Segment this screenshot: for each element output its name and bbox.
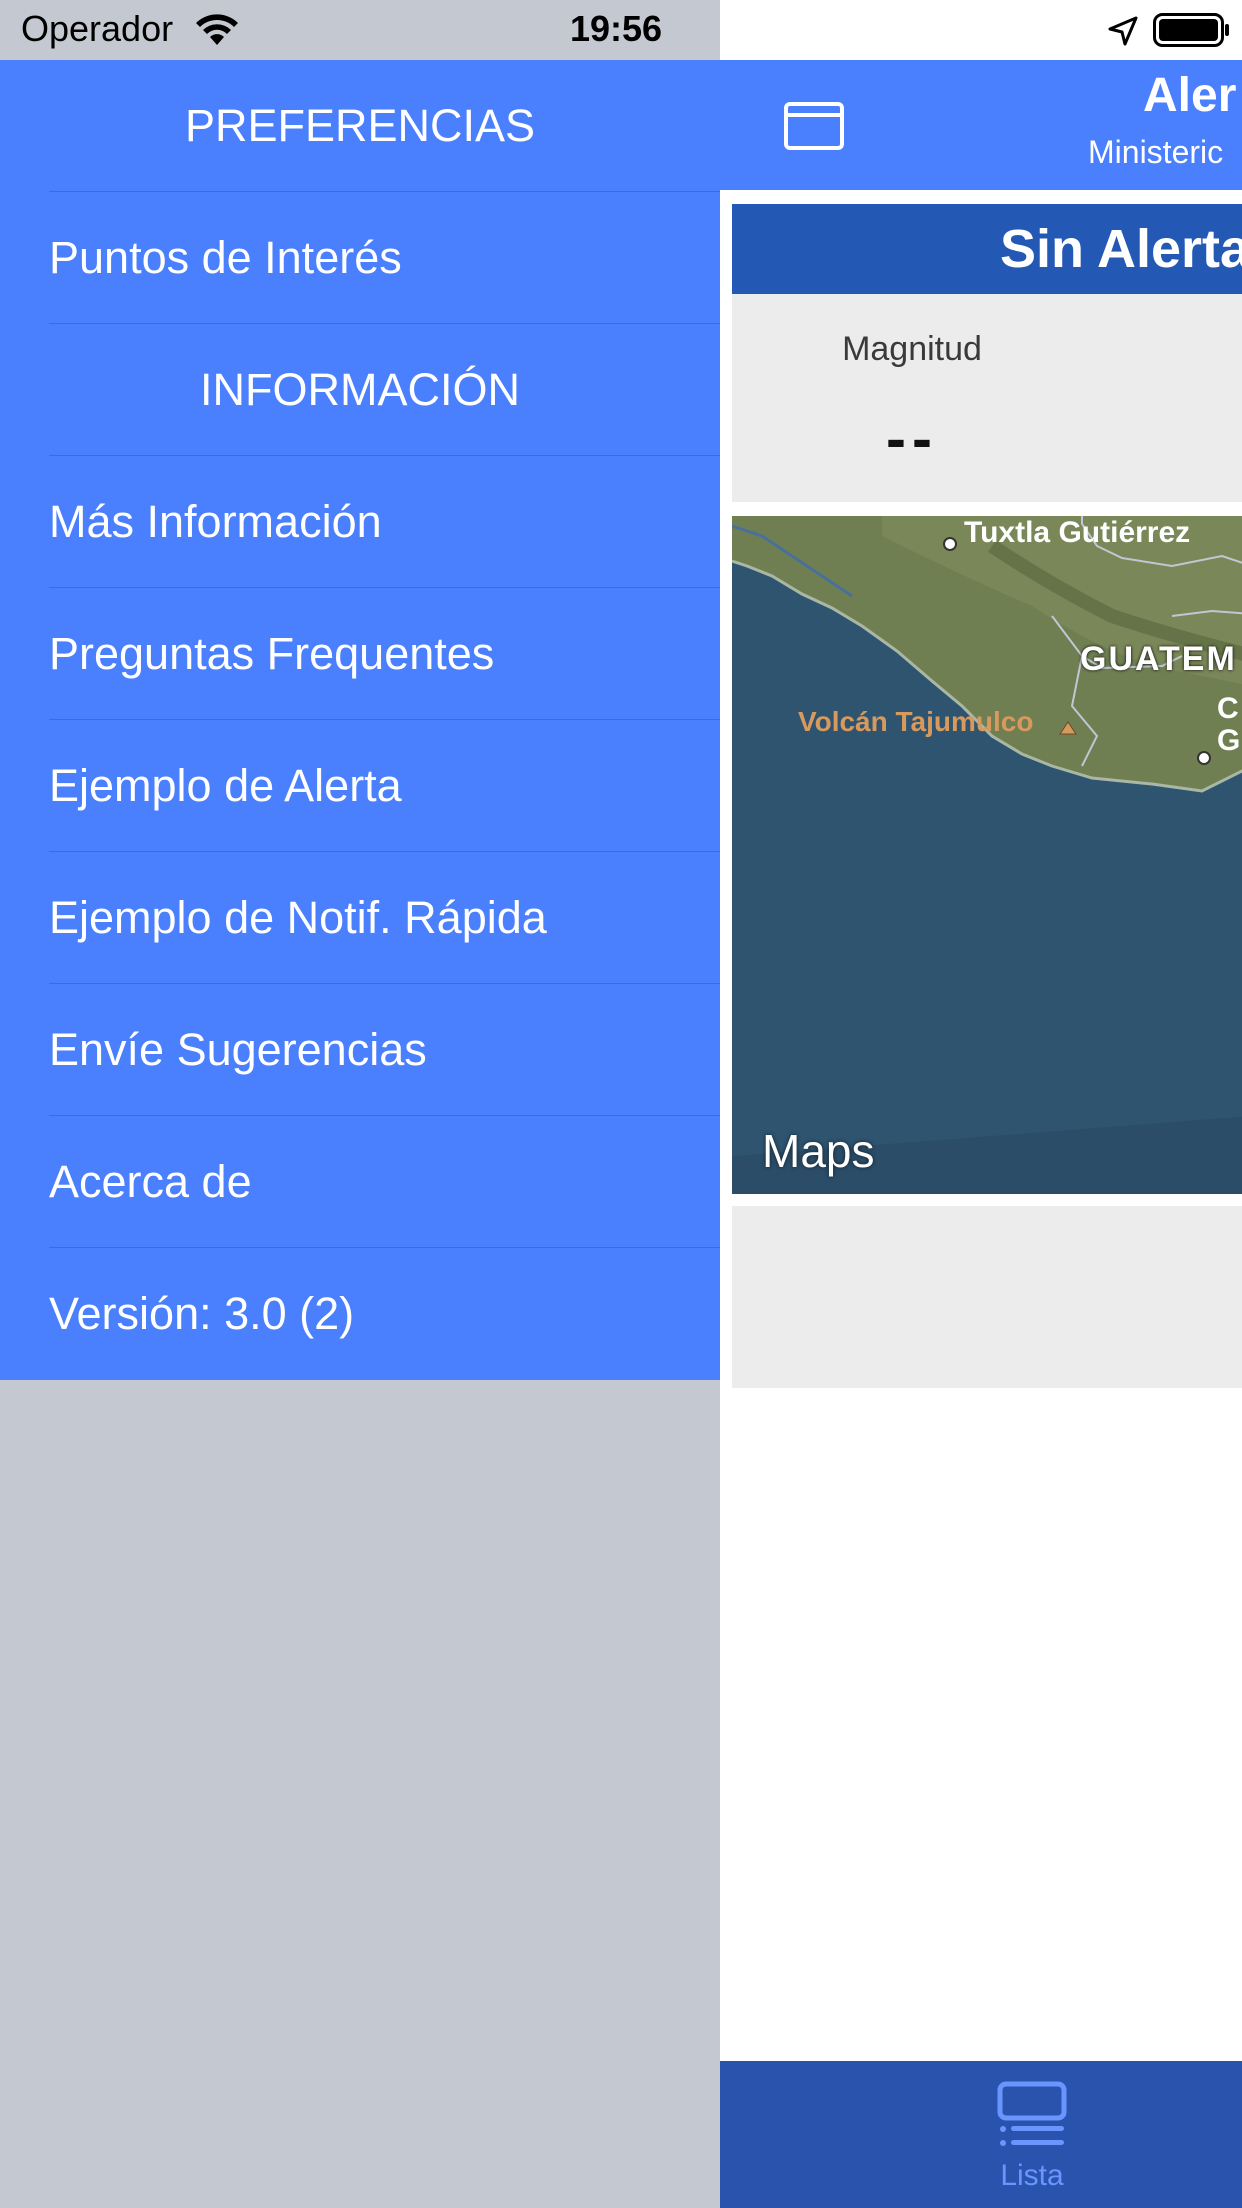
alert-status-header: Sin Alerta bbox=[732, 204, 1242, 294]
magnitude-label: Magnitud bbox=[842, 330, 982, 368]
menu-section-title: INFORMACIÓN bbox=[200, 364, 520, 415]
status-bar-right bbox=[720, 0, 1242, 60]
map-label-guatemala: GUATEM bbox=[1080, 640, 1237, 678]
map-label-volcano: Volcán Tajumulco bbox=[798, 706, 1034, 737]
magnitude-panel: Magnitud -- bbox=[732, 294, 1242, 502]
info-panel bbox=[732, 1206, 1242, 1388]
maps-attribution[interactable]: Maps bbox=[762, 1124, 874, 1178]
tab-lista[interactable]: Lista bbox=[982, 2081, 1082, 2193]
location-icon bbox=[1108, 16, 1138, 46]
menu-item-label: Ejemplo de Notif. Rápida bbox=[49, 892, 547, 943]
menu-item-preguntas-frequentes[interactable]: Preguntas Frequentes bbox=[0, 588, 720, 720]
tab-bar: Lista bbox=[720, 2061, 1242, 2208]
menu-item-ejemplo-notif-rapida[interactable]: Ejemplo de Notif. Rápida bbox=[0, 852, 720, 984]
menu-item-label: Puntos de Interés bbox=[49, 232, 402, 283]
battery-icon bbox=[1153, 13, 1229, 47]
maps-attribution-text: Maps bbox=[762, 1125, 875, 1177]
menu-item-label: Ejemplo de Alerta bbox=[49, 760, 402, 811]
carrier-label: Operador bbox=[21, 8, 174, 49]
wifi-icon bbox=[196, 14, 238, 45]
menu-item-label: Más Información bbox=[49, 496, 382, 547]
navigation-bar: Aler Ministeric bbox=[720, 60, 1242, 190]
menu-item-envie-sugerencias[interactable]: Envíe Sugerencias bbox=[0, 984, 720, 1116]
clock: 19:56 bbox=[570, 8, 663, 49]
menu-item-acerca-de[interactable]: Acerca de bbox=[0, 1116, 720, 1248]
menu-item-label: Acerca de bbox=[49, 1156, 252, 1207]
menu-item-mas-informacion[interactable]: Más Información bbox=[0, 456, 720, 588]
menu-item-ejemplo-de-alerta[interactable]: Ejemplo de Alerta bbox=[0, 720, 720, 852]
side-menu: PREFERENCIAS Puntos de Interés INFORMACI… bbox=[0, 60, 720, 1380]
tab-label: Lista bbox=[1000, 2159, 1064, 2192]
version-label: Versión: 3.0 (2) bbox=[49, 1288, 355, 1339]
menu-item-label: Envíe Sugerencias bbox=[49, 1024, 427, 1075]
menu-item-label: Preguntas Frequentes bbox=[49, 628, 495, 679]
alert-status-title: Sin Alerta bbox=[1000, 219, 1242, 279]
map-view[interactable]: Tuxtla Gutiérrez GUATEM Volcán Tajumulco… bbox=[732, 516, 1242, 1194]
menu-section-informacion: INFORMACIÓN bbox=[0, 324, 720, 456]
map-label-city-2a: C bbox=[1217, 692, 1239, 725]
nav-subtitle: Ministeric bbox=[1088, 134, 1224, 170]
map-label-city-2b: G bbox=[1217, 724, 1241, 757]
menu-item-version: Versión: 3.0 (2) bbox=[0, 1248, 720, 1380]
sidebar-toggle-icon[interactable] bbox=[784, 102, 844, 150]
map-terrain bbox=[732, 516, 1242, 1194]
list-icon bbox=[997, 2081, 1067, 2146]
nav-title: Aler bbox=[1143, 69, 1237, 122]
menu-section-preferencias: PREFERENCIAS bbox=[0, 60, 720, 192]
main-pane: Aler Ministeric Sin Alerta Magnitud -- T… bbox=[720, 60, 1242, 2208]
magnitude-value: -- bbox=[886, 405, 938, 472]
status-bar-left: Operador 19:56 bbox=[0, 0, 720, 60]
menu-section-title: PREFERENCIAS bbox=[184, 100, 536, 151]
map-label-tuxtla: Tuxtla Gutiérrez bbox=[964, 516, 1191, 549]
menu-item-puntos-de-interes[interactable]: Puntos de Interés bbox=[0, 192, 720, 324]
